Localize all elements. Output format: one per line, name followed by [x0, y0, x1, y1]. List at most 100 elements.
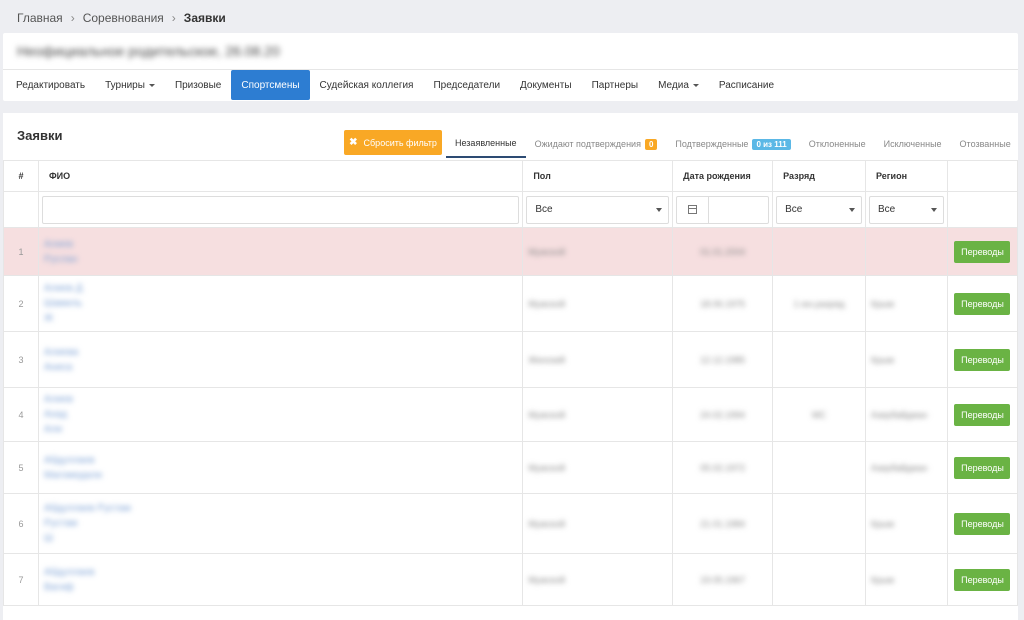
athlete-name-link[interactable]: Вагиф	[44, 580, 522, 595]
row-number: 2	[3, 275, 39, 332]
athlete-name-link[interactable]: Али	[44, 422, 522, 437]
row-number: 3	[3, 331, 39, 388]
athlete-name-link[interactable]: Рустам	[44, 516, 522, 531]
breadcrumb-home[interactable]: Главная	[17, 11, 63, 25]
region-cell: Азербайджан	[871, 462, 928, 473]
rank-filter-select[interactable]: Все	[776, 195, 863, 224]
count-badge: 0 из 111	[752, 138, 791, 150]
transfers-button[interactable]: Переводы	[954, 568, 1011, 591]
chevron-down-icon	[849, 207, 856, 212]
nav-tab[interactable]: Документы	[510, 70, 582, 101]
region-cell: Азербайджан	[871, 409, 928, 420]
table-row: 1 Алиев Руслан Мужской 01.01.2004 Переводы	[3, 227, 1019, 276]
athlete-name-link[interactable]: Алиев	[44, 392, 522, 407]
region-cell: Крым	[871, 354, 894, 365]
table-row: 4 Алиев Ахад Али Мужской 24.02.1994 МС Азербайд…	[3, 387, 1019, 442]
athlete-name-link[interactable]: Алиев Д	[44, 281, 522, 296]
athlete-name-link[interactable]: Абдуллаев	[44, 453, 522, 468]
status-tab[interactable]: Отклоненные	[800, 130, 875, 158]
col-rank[interactable]: Разряд	[772, 160, 867, 192]
table-row: 5 Абдуллаев Магомедали Мужской 05.02.1972 Азе…	[3, 441, 1019, 494]
nav-tab[interactable]: Председатели	[423, 70, 510, 101]
gender-cell: Мужской	[528, 518, 566, 529]
status-tabs: Незаявленные Ожидают подтверждения 0 Подтве…	[446, 130, 1020, 160]
gender-cell: Мужской	[528, 462, 566, 473]
status-tab[interactable]: Исключенные	[875, 130, 951, 158]
row-number: 6	[3, 493, 39, 554]
region-cell: Крым	[871, 574, 894, 585]
gender-cell: Мужской	[528, 409, 566, 420]
birth-cell: 24.02.1994	[700, 409, 746, 420]
region-filter-select[interactable]: Все	[869, 195, 944, 224]
table-row: 7 Абдуллаев Вагиф Мужской 19.05.1967 Крым Пере…	[3, 553, 1019, 606]
athlete-name-link[interactable]: Аниса	[44, 360, 522, 375]
status-tab[interactable]: Отозванные	[951, 130, 1020, 158]
transfers-button[interactable]: Переводы	[954, 240, 1011, 263]
transfers-button[interactable]: Переводы	[954, 403, 1011, 426]
caret-down-icon	[148, 84, 155, 87]
nav-tab[interactable]: Турниры	[95, 70, 165, 101]
transfers-button[interactable]: Переводы	[954, 348, 1011, 371]
calendar-icon[interactable]	[677, 196, 710, 223]
athlete-name-link[interactable]: Абдуллаев Рустам	[44, 501, 522, 516]
nav-tab[interactable]: Призовые	[165, 70, 231, 101]
athlete-name-link[interactable]: Абдуллаев	[44, 565, 522, 580]
nav-tab[interactable]: Медиа	[648, 70, 709, 101]
birth-cell: 01.01.2004	[700, 246, 746, 257]
fio-filter-input[interactable]	[41, 195, 520, 224]
gender-cell: Женский	[528, 354, 565, 365]
event-panel: Неофициальное родительское, 26.08.20 Ред…	[3, 33, 1018, 101]
col-num: #	[3, 160, 39, 192]
transfers-button[interactable]: Переводы	[954, 292, 1011, 315]
event-nav: Редактировать Турниры Призовые Спортсмены Су…	[3, 69, 1018, 101]
status-tab[interactable]: Ожидают подтверждения 0	[526, 130, 667, 158]
transfers-button[interactable]: Переводы	[954, 512, 1011, 535]
nav-tab[interactable]: Редактировать	[6, 70, 95, 101]
col-gender[interactable]: Пол	[522, 160, 674, 192]
breadcrumb: Главная › Соревнования › Заявки	[17, 10, 226, 26]
birth-cell: 21.01.1984	[700, 518, 746, 529]
athlete-name-link[interactable]: Руслан	[44, 252, 522, 267]
breadcrumb-competitions[interactable]: Соревнования	[83, 11, 164, 25]
status-tab[interactable]: Незаявленные	[446, 130, 526, 158]
rank-cell: МС	[812, 409, 827, 420]
table-row: 6 Абдуллаев Рустам Рустам Ш Мужской 21.01.198…	[3, 493, 1019, 554]
athlete-name-link[interactable]: Ш	[44, 531, 522, 546]
reset-filter-label: Сбросить фильтр	[363, 137, 437, 148]
row-number: 1	[3, 227, 39, 276]
col-fio[interactable]: ФИО	[37, 160, 524, 192]
athlete-name-link[interactable]: Ж	[44, 311, 522, 326]
col-actions	[946, 160, 1019, 192]
chevron-right-icon: ›	[171, 11, 176, 25]
table-row: 3 Алиева Аниса Женский 12.12.1985 Крым Перевод…	[3, 331, 1019, 388]
reset-filter-button[interactable]: ✖ Сбросить фильтр	[344, 130, 442, 155]
col-region[interactable]: Регион	[865, 160, 948, 192]
gender-cell: Мужской	[528, 298, 566, 309]
col-birth[interactable]: Дата рождения	[672, 160, 774, 192]
gender-filter-select[interactable]: Все	[526, 195, 670, 224]
row-number: 5	[3, 441, 39, 494]
athlete-name-link[interactable]: Шамиль	[44, 296, 522, 311]
gender-cell: Мужской	[528, 246, 566, 257]
transfers-button[interactable]: Переводы	[954, 456, 1011, 479]
athlete-name-link[interactable]: Ахад	[44, 407, 522, 422]
row-number: 4	[3, 387, 39, 442]
count-badge: 0	[644, 138, 658, 150]
chevron-down-icon	[656, 207, 663, 212]
athlete-name-link[interactable]: Магомедали	[44, 468, 522, 483]
nav-tab[interactable]: Спортсмены	[231, 70, 310, 100]
athlete-name-link[interactable]: Алиев	[44, 237, 522, 252]
caret-down-icon	[692, 84, 699, 87]
event-title: Неофициальное родительское, 26.08.20	[17, 43, 280, 59]
filter-row: Все Все Все	[3, 191, 1019, 228]
nav-tab[interactable]: Партнеры	[582, 70, 649, 101]
region-cell: Крым	[871, 518, 894, 529]
nav-tab[interactable]: Судейская коллегия	[310, 70, 424, 101]
chevron-right-icon: ›	[70, 11, 75, 25]
birth-filter-date[interactable]	[676, 195, 770, 224]
nav-tab[interactable]: Расписание	[709, 70, 784, 101]
region-cell: Крым	[871, 298, 894, 309]
athlete-name-link[interactable]: Алиева	[44, 345, 522, 360]
birth-cell: 19.05.1967	[700, 574, 746, 585]
status-tab[interactable]: Подтвержденные 0 из 111	[666, 130, 799, 158]
